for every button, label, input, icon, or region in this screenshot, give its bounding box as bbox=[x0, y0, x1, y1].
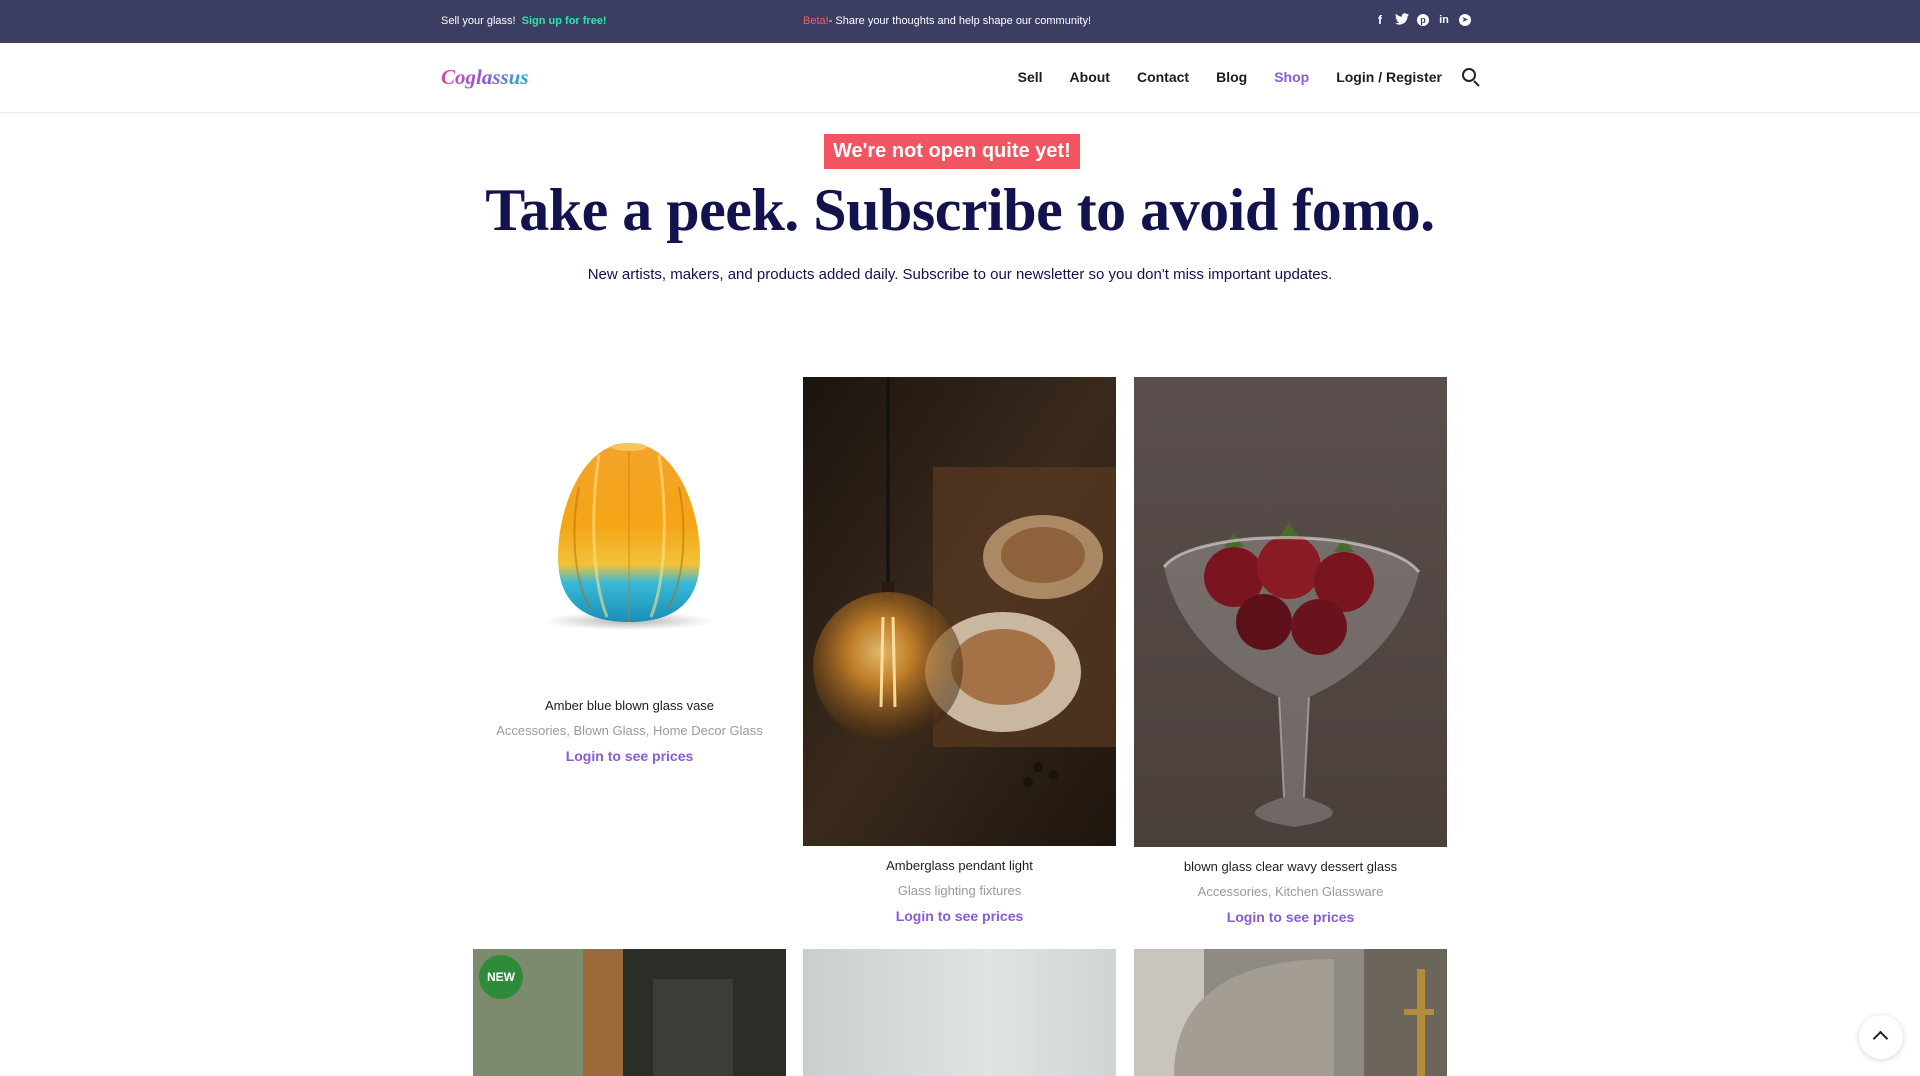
login-to-see-prices-link[interactable]: Login to see prices bbox=[1134, 908, 1447, 926]
page-subline: New artists, makers, and products added … bbox=[587, 266, 1333, 283]
pinterest-icon[interactable]: p bbox=[1417, 14, 1429, 26]
product-image[interactable] bbox=[803, 949, 1116, 1076]
chevron-up-icon bbox=[1872, 1030, 1889, 1047]
product-meta: Amberglass pendant light Glass lighting … bbox=[803, 857, 1116, 925]
product-image[interactable] bbox=[473, 377, 786, 667]
site-logo[interactable]: Coglassus bbox=[441, 65, 529, 90]
product-image[interactable] bbox=[1134, 377, 1447, 847]
site-header: Coglassus Sell About Contact Blog Shop L… bbox=[0, 43, 1920, 113]
new-badge: NEW bbox=[479, 955, 523, 999]
beta-text: - Share your thoughts and help shape our… bbox=[828, 15, 1092, 27]
sell-promo: Sell your glass! Sign up for free! bbox=[441, 15, 607, 27]
product-card[interactable]: NEW bbox=[473, 949, 786, 1076]
login-to-see-prices-link[interactable]: Login to see prices bbox=[473, 747, 786, 765]
product-card[interactable] bbox=[1134, 949, 1447, 1076]
nav-contact[interactable]: Contact bbox=[1137, 69, 1189, 85]
not-open-badge: We're not open quite yet! bbox=[824, 134, 1080, 169]
announcement-bar: Sell your glass! Sign up for free! Beta!… bbox=[0, 0, 1920, 43]
product-meta: Amber blue blown glass vase Accessories,… bbox=[473, 697, 786, 765]
product-title[interactable]: Amber blue blown glass vase bbox=[473, 697, 786, 715]
product-card[interactable]: blown glass clear wavy dessert glass Acc… bbox=[1134, 377, 1447, 927]
product-categories[interactable]: Glass lighting fixtures bbox=[803, 882, 1116, 900]
search-icon[interactable] bbox=[1462, 68, 1480, 87]
product-title[interactable]: Amberglass pendant light bbox=[803, 857, 1116, 875]
nav-about[interactable]: About bbox=[1070, 69, 1110, 85]
social-links: f p in ➤ bbox=[1373, 13, 1471, 27]
nav-sell[interactable]: Sell bbox=[1018, 69, 1043, 85]
signup-link[interactable]: Sign up for free! bbox=[522, 15, 607, 27]
product-card[interactable] bbox=[803, 949, 1116, 1076]
product-categories[interactable]: Accessories, Kitchen Glassware bbox=[1134, 883, 1447, 901]
beta-notice: Beta!- Share your thoughts and help shap… bbox=[803, 15, 1091, 27]
page-headline: Take a peek. Subscribe to avoid fomo. bbox=[485, 177, 1435, 243]
login-to-see-prices-link[interactable]: Login to see prices bbox=[803, 907, 1116, 925]
beta-label: Beta! bbox=[803, 15, 829, 27]
scroll-to-top-button[interactable] bbox=[1859, 1015, 1903, 1059]
main-nav: Sell About Contact Blog Shop Login / Reg… bbox=[991, 68, 1480, 87]
nav-blog[interactable]: Blog bbox=[1216, 69, 1247, 85]
sell-promo-text: Sell your glass! bbox=[441, 15, 516, 27]
product-image[interactable] bbox=[803, 377, 1116, 846]
nav-shop[interactable]: Shop bbox=[1274, 69, 1309, 85]
twitter-icon[interactable] bbox=[1395, 13, 1409, 27]
linkedin-icon[interactable]: in bbox=[1437, 13, 1451, 27]
facebook-icon[interactable]: f bbox=[1373, 13, 1387, 27]
nav-login-register[interactable]: Login / Register bbox=[1336, 69, 1442, 85]
product-card[interactable]: Amber blue blown glass vase Accessories,… bbox=[473, 377, 786, 777]
product-categories[interactable]: Accessories, Blown Glass, Home Decor Gla… bbox=[473, 722, 786, 740]
telegram-icon[interactable]: ➤ bbox=[1459, 14, 1471, 26]
product-title[interactable]: blown glass clear wavy dessert glass bbox=[1134, 858, 1447, 876]
product-meta: blown glass clear wavy dessert glass Acc… bbox=[1134, 858, 1447, 926]
product-card[interactable]: Amberglass pendant light Glass lighting … bbox=[803, 377, 1116, 927]
product-image[interactable] bbox=[1134, 949, 1447, 1076]
